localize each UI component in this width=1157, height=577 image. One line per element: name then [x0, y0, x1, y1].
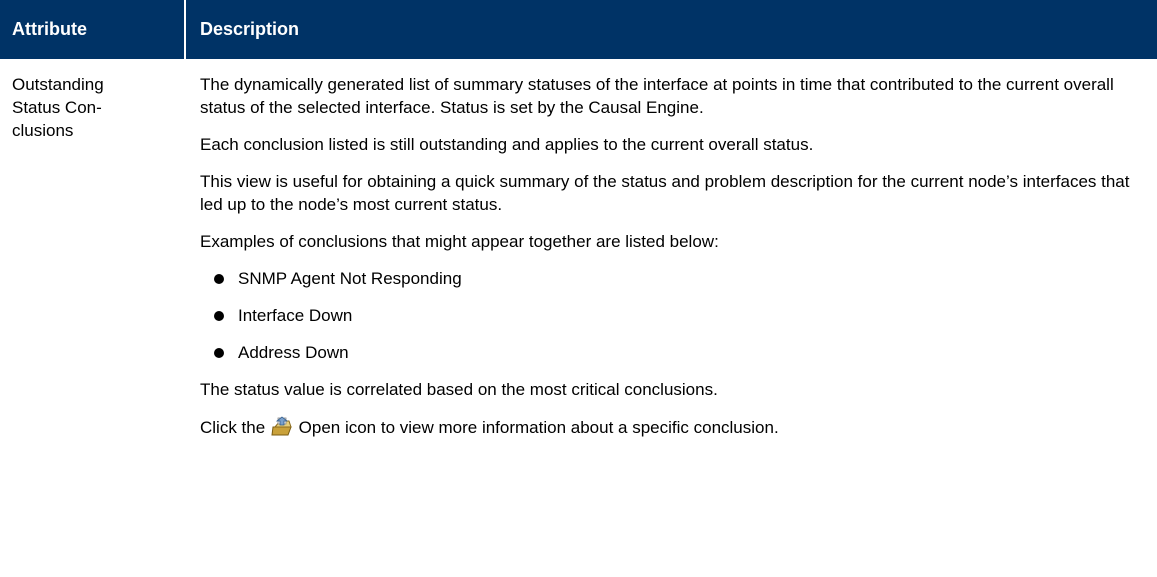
bullet-icon [214, 273, 224, 284]
table-row: Outstanding Status Con- clusions The dyn… [0, 59, 1157, 453]
description-cell: The dynamically generated list of summar… [186, 59, 1157, 453]
open-instruction-prefix: Click the [200, 418, 270, 437]
open-instruction-line: Click the Open icon to view more informa… [200, 415, 1137, 439]
list-item: Interface Down [200, 304, 1137, 327]
list-item-text: Address Down [238, 343, 349, 362]
attribute-table: Attribute Description Outstanding Status… [0, 0, 1157, 453]
description-paragraph: Each conclusion listed is still outstand… [200, 135, 814, 154]
open-icon [271, 416, 292, 436]
attribute-name-line: Status Con- [12, 98, 102, 117]
attribute-cell: Outstanding Status Con- clusions [0, 59, 186, 453]
list-item: Address Down [200, 341, 1137, 364]
open-instruction-suffix: Open icon to view more information about… [293, 418, 779, 437]
description-column-header: Description [200, 19, 300, 39]
description-paragraph: The dynamically generated list of summar… [200, 75, 1114, 117]
attribute-name-line: clusions [12, 121, 74, 140]
bullet-icon [214, 310, 224, 321]
description-paragraph: Examples of conclusions that might appea… [200, 232, 719, 251]
description-paragraph: This view is useful for obtaining a quic… [200, 172, 1130, 214]
table-header: Attribute Description [0, 0, 1157, 59]
bullet-icon [214, 347, 224, 358]
list-item: SNMP Agent Not Responding [200, 267, 1137, 290]
list-item-text: SNMP Agent Not Responding [238, 269, 462, 288]
attribute-column-header: Attribute [0, 0, 186, 59]
conclusion-list: SNMP Agent Not Responding Interface Down… [200, 267, 1137, 364]
list-item-text: Interface Down [238, 306, 353, 325]
description-paragraph: The status value is correlated based on … [200, 380, 718, 399]
attribute-name-line: Outstanding [12, 75, 104, 94]
